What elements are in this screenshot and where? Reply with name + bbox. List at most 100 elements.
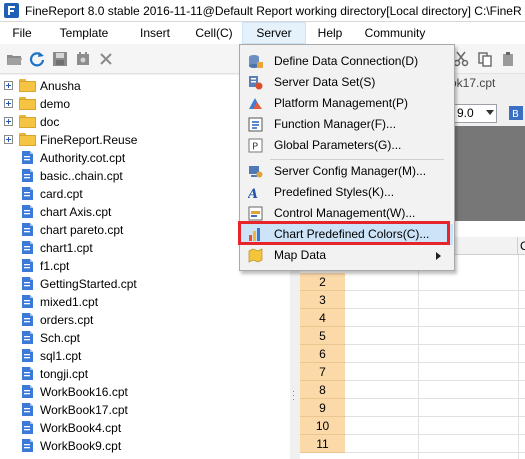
tree-label: chart pareto.cpt — [40, 223, 124, 237]
chevron-down-icon[interactable] — [486, 110, 494, 115]
menu-item-label: Control Management(W)... — [274, 206, 416, 220]
style-icon: A — [248, 187, 258, 200]
menu-help[interactable]: Help — [306, 22, 354, 44]
menu-item-label: Platform Management(P) — [274, 96, 409, 110]
menu-separator — [270, 159, 444, 160]
grid-line — [345, 434, 525, 435]
menu-file[interactable]: File — [0, 22, 44, 44]
row-header[interactable]: 10 — [300, 417, 345, 435]
expand-toggle[interactable] — [4, 135, 13, 144]
menu-item-server-config-manager[interactable]: Server Config Manager(M)... — [241, 161, 453, 182]
row-header[interactable]: 2 — [300, 273, 345, 291]
cut-icon[interactable] — [453, 51, 469, 67]
report-file-icon — [22, 403, 33, 416]
menu-item-label: Map Data — [274, 248, 327, 262]
column-header-c[interactable]: C — [518, 237, 525, 255]
expand-toggle[interactable] — [4, 99, 13, 108]
report-file-icon — [22, 205, 33, 218]
tree-label: chart Axis.cpt — [40, 205, 112, 219]
menu-server[interactable]: Server — [242, 22, 306, 44]
svg-text:P: P — [252, 142, 258, 153]
folder-open-icon[interactable] — [4, 49, 24, 69]
tree-label: demo — [40, 97, 71, 111]
report-file-icon — [22, 385, 33, 398]
grid-line — [418, 255, 419, 459]
tree-label: GettingStarted.cpt — [40, 277, 137, 291]
menu-item-label: Predefined Styles(K)... — [274, 185, 395, 199]
tree-label: Authority.cot.cpt — [40, 151, 126, 165]
grid-line — [345, 452, 525, 453]
menu-cell[interactable]: Cell(C) — [186, 22, 242, 44]
expand-toggle[interactable] — [4, 81, 13, 90]
grid-line — [345, 398, 525, 399]
report-file-icon — [22, 331, 33, 344]
tree-label: f1.cpt — [40, 259, 70, 273]
report-file-icon — [22, 439, 33, 452]
bold-style-icon[interactable]: B — [508, 105, 524, 121]
report-file-icon — [22, 259, 33, 272]
tree-label: FineReport.Reuse — [40, 133, 138, 147]
report-file-icon — [22, 421, 33, 434]
copy-icon[interactable] — [477, 51, 493, 67]
menu-item-label: Define Data Connection(D) — [274, 54, 419, 68]
row-header[interactable]: 5 — [300, 327, 345, 345]
menu-item-platform-management[interactable]: Platform Management(P) — [241, 93, 453, 114]
splitter-grip[interactable]: · · · — [292, 387, 295, 404]
map-icon — [248, 248, 263, 263]
submenu-arrow-icon — [436, 252, 441, 260]
menu-community[interactable]: Community — [354, 22, 436, 44]
row-header[interactable]: 6 — [300, 345, 345, 363]
tree-label: sql1.cpt — [40, 349, 82, 363]
menu-item-function-manager[interactable]: Function Manager(F)... — [241, 114, 453, 135]
folder-icon — [19, 115, 36, 128]
grid-line — [345, 344, 525, 345]
tree-label: tongji.cpt — [40, 367, 89, 381]
expand-toggle[interactable] — [4, 117, 13, 126]
row-header[interactable]: 11 — [300, 435, 345, 453]
grid-line — [345, 380, 525, 381]
row-header[interactable]: 9 — [300, 399, 345, 417]
save-icon[interactable] — [50, 49, 70, 69]
menu-template[interactable]: Template — [44, 22, 124, 44]
menu-item-map-data[interactable]: Map Data — [241, 245, 453, 266]
menu-item-label: Server Data Set(S) — [274, 75, 376, 89]
tree-label: card.cpt — [40, 187, 83, 201]
report-file-icon — [22, 187, 33, 200]
tree-label: WorkBook16.cpt — [40, 385, 128, 399]
paste-icon[interactable] — [500, 51, 516, 67]
menu-item-label: Function Manager(F)... — [274, 117, 397, 131]
menu-item-server-data-set[interactable]: Server Data Set(S) — [241, 72, 453, 93]
function-icon — [248, 117, 263, 132]
row-header[interactable]: 4 — [300, 309, 345, 327]
folder-icon — [19, 79, 36, 92]
menu-item-define-data-connection[interactable]: Define Data Connection(D) — [241, 51, 453, 72]
app-logo-icon — [4, 3, 19, 18]
report-file-icon — [22, 223, 33, 236]
menu-item-global-parameters[interactable]: P Global Parameters(G)... — [241, 135, 453, 156]
tree-label: mixed1.cpt — [40, 295, 99, 309]
refresh-icon[interactable] — [27, 49, 47, 69]
settings-icon[interactable] — [73, 49, 93, 69]
report-file-icon — [22, 277, 33, 290]
menu-item-predefined-styles[interactable]: A Predefined Styles(K)... — [241, 182, 453, 203]
menu-item-label: Server Config Manager(M)... — [274, 164, 427, 178]
report-file-icon — [22, 349, 33, 362]
tree-label: orders.cpt — [40, 313, 94, 327]
tree-label: Anusha — [40, 79, 81, 93]
server-dataset-icon — [249, 76, 263, 90]
row-header[interactable]: 3 — [300, 291, 345, 309]
delete-icon[interactable] — [96, 49, 116, 69]
tree-label: basic..chain.cpt — [40, 169, 123, 183]
title-bar: FineReport 8.0 stable 2016-11-11@Default… — [0, 0, 525, 22]
grid-line — [345, 290, 525, 291]
row-header[interactable]: 8 — [300, 381, 345, 399]
grid-line — [345, 362, 525, 363]
menu-insert[interactable]: Insert — [124, 22, 186, 44]
row-header[interactable]: 7 — [300, 363, 345, 381]
tree-label: Sch.cpt — [40, 331, 81, 345]
editor-file-tab[interactable]: ok17.cpt — [450, 76, 495, 90]
config-icon — [249, 166, 263, 178]
window-title: FineReport 8.0 stable 2016-11-11@Default… — [25, 3, 522, 18]
grid-line — [518, 255, 519, 459]
grid-line — [345, 308, 525, 309]
